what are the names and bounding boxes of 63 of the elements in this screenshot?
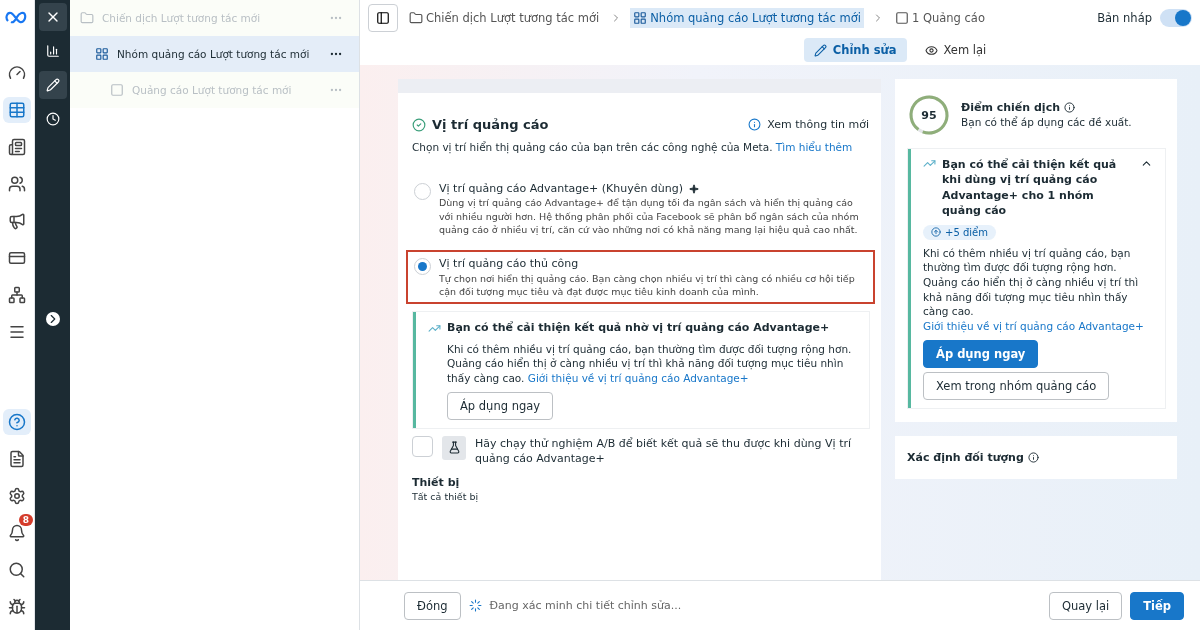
validation-status: Đang xác minh chi tiết chỉnh sửa...: [489, 597, 682, 614]
info-icon: [1027, 451, 1039, 463]
mode-tab[interactable]: Chỉnh sửa: [803, 38, 907, 62]
breadcrumb-item[interactable]: Chiến dịch Lượt tương tác mới: [406, 7, 603, 28]
score-title: Điểm chiến dịch: [961, 99, 1060, 116]
panel-toggle-button[interactable]: [368, 3, 398, 32]
recommendation-link[interactable]: Giới thiệu về vị trí quảng cáo Advantage+: [923, 320, 1144, 332]
option-title: Vị trí quảng cáo Advantage+ (Khuyên dùng): [439, 181, 684, 197]
devices-title: Thiết bị: [412, 474, 461, 490]
checkbox[interactable]: [412, 435, 433, 457]
apply-button[interactable]: Áp dụng ngay: [447, 391, 554, 420]
folder-icon: [80, 11, 94, 25]
trend-icon: [923, 157, 936, 170]
score-subtitle: Bạn có thể áp dụng các đề xuất.: [961, 115, 1132, 131]
info-link[interactable]: Xem thông tin mới: [767, 117, 869, 133]
draft-status: Bản nháp: [1097, 10, 1152, 25]
square-icon: [110, 83, 124, 97]
option-title: Vị trí quảng cáo thủ công: [439, 256, 579, 272]
infinity-logo[interactable]: [5, 10, 29, 24]
back-button[interactable]: Quay lại: [1048, 591, 1123, 620]
recommendation-text: Khi có thêm nhiều vị trí quảng cáo, bạn thường tìm được đối tượng rộng hơn. Quảng cáo hiển thị ở càng nhiều vị trí thì khả năng đối tượng mục tiêu nhìn thấy càng cao. Giới thiệu về vị trí quảng cáo Advantage+: [923, 245, 1145, 334]
ab-test-label: Hãy chạy thử nghiệm A/B để biết kết quả sẽ thu được khi dùng Vị trí quảng cáo Advantage+: [475, 435, 853, 467]
panel-icon: [376, 10, 390, 25]
audience-title: Xác định đối tượng: [907, 449, 1024, 466]
mode-tab[interactable]: Xem lại: [914, 38, 997, 62]
option-description: Dùng vị trí quảng cáo Advantage+ để tận dụng tối đa ngân sách và hiển thị quảng cáo với nhiều người hơn. Hệ thống phân phối của Facebook sẽ phân bổ ngân sách của nhóm quảng cáo ở nhiều vị trí, căn cứ vào những nơi có khả năng mang lại hiệu quả cao nhất.: [439, 196, 860, 237]
tip-title: Bạn có thể cải thiện kết quả nhờ vị trí quảng cáo Advantage+: [447, 320, 830, 336]
apply-button[interactable]: Áp dụng ngay: [923, 339, 1039, 368]
folder-icon: [409, 10, 423, 25]
recommendation-title: Bạn có thể cải thiện kết quả khi dùng vị trí quảng cáo Advantage+ cho 1 nhóm quảng cáo: [942, 157, 1118, 219]
info-icon: [1064, 102, 1075, 114]
tip-link[interactable]: Giới thiệu về vị trí quảng cáo Advantage+: [527, 372, 749, 385]
grid-icon: [95, 47, 109, 61]
view-adset-button[interactable]: Xem trong nhóm quảng cáo: [923, 371, 1110, 400]
toggle-switch[interactable]: [1160, 8, 1192, 27]
eye-icon: [924, 43, 938, 57]
table-icon[interactable]: [3, 97, 31, 123]
sparkle-icon: [689, 183, 700, 194]
pencil-icon[interactable]: [38, 71, 67, 99]
help-icon[interactable]: [3, 409, 31, 435]
breadcrumb-item[interactable]: Nhóm quảng cáo Lượt tương tác mới: [630, 7, 864, 28]
highlighted-option[interactable]: Vị trí quảng cáo thủ công Tự chọn nơi hiển thị quảng cáo. Bạn càng chọn nhiều vị trí thì càng có nhiều cơ hội tiếp cận đối tượng mục tiêu và đạt được mục tiêu kinh doanh của mình.: [406, 250, 875, 305]
flask-icon: [442, 435, 466, 460]
notification-count: 8: [18, 514, 33, 526]
grid-icon: [633, 10, 648, 25]
tip-text: Khi có thêm nhiều vị trí quảng cáo, bạn thường tìm được đối tượng rộng hơn. Quảng cáo hiển thị ở càng nhiều vị trí thì khả năng đối tượng mục tiêu nhìn thấy càng cao. Giới thiệu về vị trí quảng cáo Advantage+: [446, 341, 853, 386]
next-button[interactable]: Tiếp: [1130, 591, 1184, 620]
learn-more-link[interactable]: Tìm hiểu thêm: [775, 141, 853, 154]
check-circle-icon: [412, 117, 426, 132]
points-badge: +5 điểm: [923, 224, 996, 240]
info-icon: [748, 118, 762, 132]
section-description: Chọn vị trí hiển thị quảng cáo của bạn trên các công nghệ của Meta. Tìm hiểu thêm: [412, 140, 854, 156]
pencil-icon: [813, 43, 827, 57]
close-button[interactable]: Đóng: [404, 591, 461, 620]
close-icon[interactable]: [38, 3, 67, 31]
section-title: Vị trí quảng cáo: [432, 117, 549, 133]
spinner-icon: [468, 599, 482, 612]
option-description: Tự chọn nơi hiển thị quảng cáo. Bạn càng chọn nhiều vị trí thì càng có nhiều cơ hội tiếp cận đối tượng mục tiêu và đạt được mục tiêu kinh doanh của mình.: [439, 271, 856, 299]
devices-value: Tất cả thiết bị: [412, 489, 480, 504]
tree-item[interactable]: Nhóm quảng cáo Lượt tương tác mới: [70, 36, 359, 72]
breadcrumb-item[interactable]: 1 Quảng cáo: [891, 7, 988, 28]
score-value: 95: [921, 109, 937, 122]
square-icon: [894, 10, 909, 25]
